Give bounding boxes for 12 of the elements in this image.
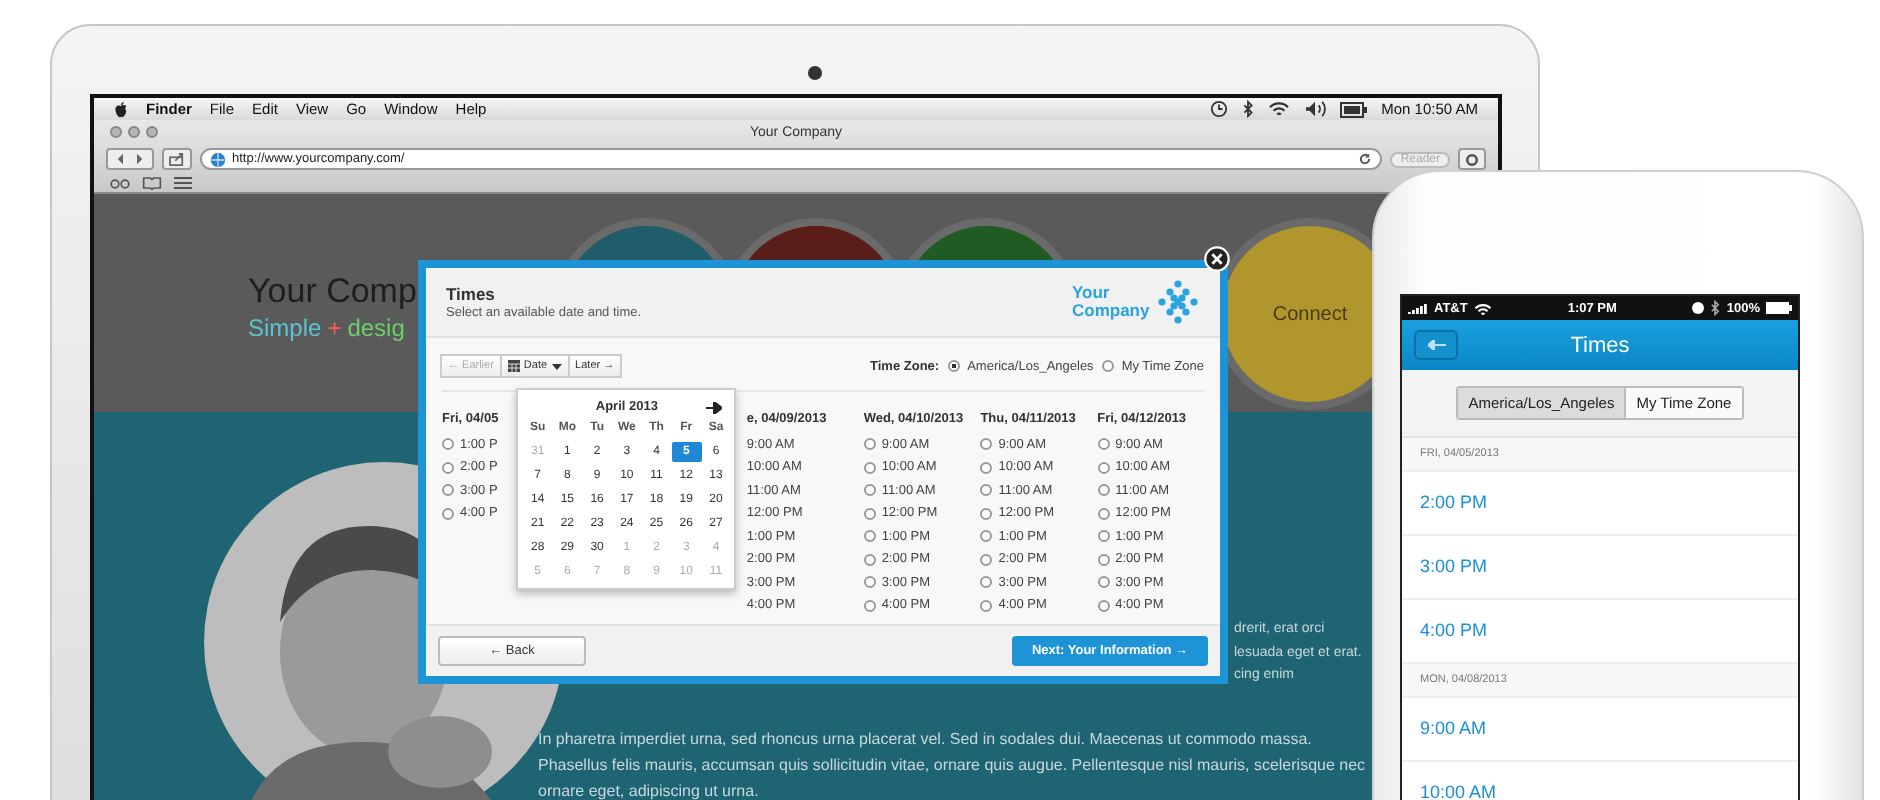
tagline-word: + [327,314,342,342]
tagline-word: desig [347,314,405,342]
time-slot[interactable]: 3:00 PM [1402,536,1798,600]
dialog-title: Times [446,284,497,304]
body-text: In pharetra imperdiet urna, sed rhoncus urna placerat vel. Sed in sodales dui. Maecenas ut commodo massa. Phasellus felis mauris, accumsan quis sollicitudin vitae, ornare quis augue. Pellentesque nisl mauris, scelerisque nec ornare eget, adipiscing ut urna. [538,728,1368,800]
time-slot[interactable]: 10:00 AM [1402,762,1798,800]
time-slot[interactable]: 9:00 AM [1402,698,1798,762]
time-slot[interactable]: 2:00 PM [1402,472,1798,536]
site-heading: Your Comp [248,272,417,312]
tagline-word: Simple [248,314,322,342]
company-logo-text: Your Company [1072,284,1152,320]
screen-title: Times [1570,333,1630,357]
